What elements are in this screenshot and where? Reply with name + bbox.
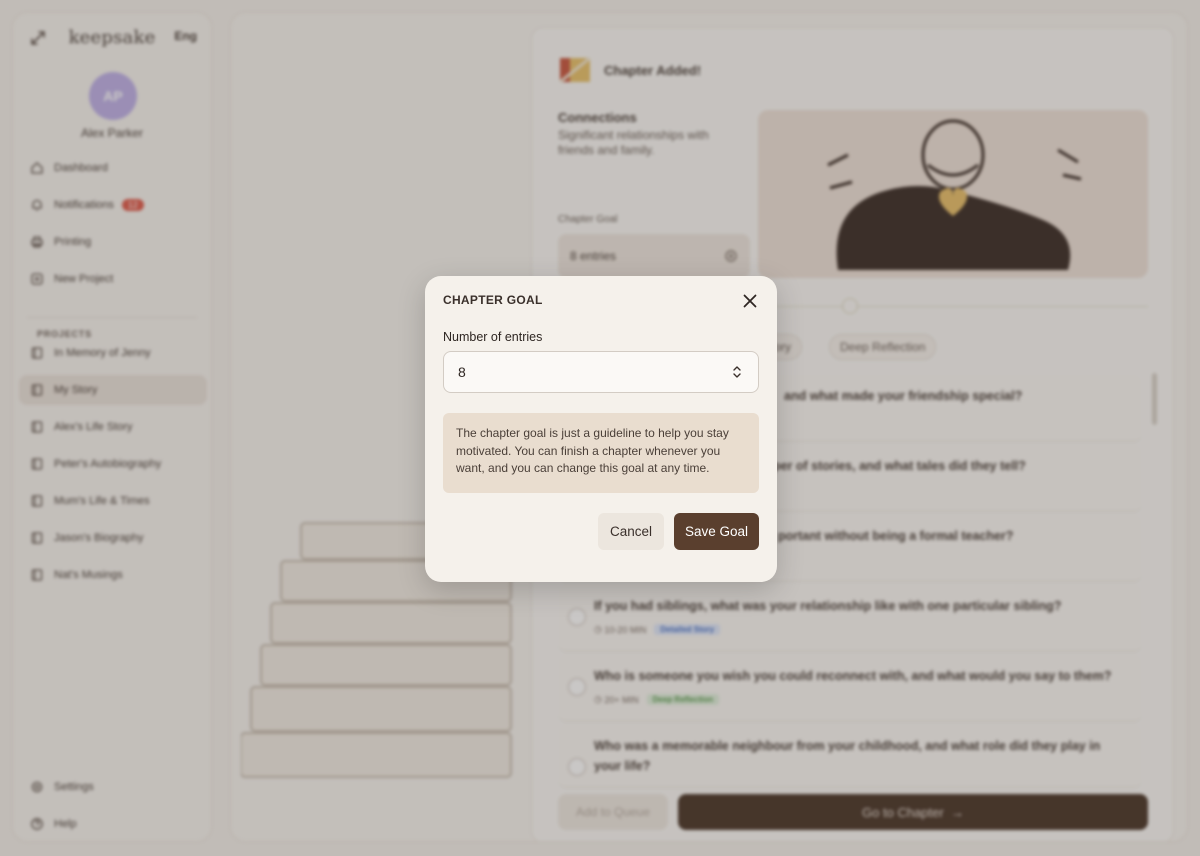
entries-input[interactable] [443,351,759,393]
close-icon[interactable] [741,292,759,310]
cancel-button[interactable]: Cancel [598,513,664,550]
stepper-icon[interactable] [731,365,743,379]
chapter-goal-dialog: CHAPTER GOAL Number of entries The chapt… [425,276,777,582]
dialog-title: CHAPTER GOAL [443,293,543,307]
goal-info-note: The chapter goal is just a guideline to … [443,413,759,493]
save-goal-button[interactable]: Save Goal [674,513,759,550]
entries-label: Number of entries [443,330,543,344]
